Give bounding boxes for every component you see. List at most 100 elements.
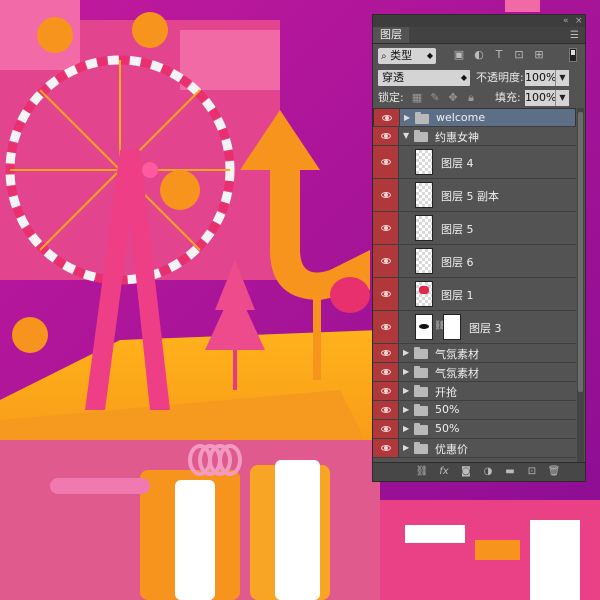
folder-icon: [414, 347, 428, 359]
layer-name: 图层 5 副本: [441, 190, 499, 203]
collapse-icon[interactable]: «: [563, 15, 569, 27]
eye-icon: [381, 426, 391, 432]
visibility-toggle[interactable]: [373, 179, 399, 211]
layer-row[interactable]: 图层 5 副本: [373, 179, 576, 212]
layer-row[interactable]: ▶ welcome: [373, 108, 576, 127]
folder-icon: [414, 366, 428, 378]
panel-title-strip: « ×: [373, 15, 585, 27]
layer-row[interactable]: 图层 5: [373, 212, 576, 245]
expand-arrow-icon[interactable]: ▶: [403, 348, 409, 357]
folder-icon: [415, 112, 429, 124]
visibility-toggle[interactable]: [373, 382, 399, 400]
collapse-arrow-icon[interactable]: ▼: [403, 131, 409, 140]
layer-row[interactable]: 图层 6: [373, 245, 576, 278]
layer-row[interactable]: ▶ 气氛素材: [373, 363, 576, 382]
layer-row[interactable]: 图层 4: [373, 146, 576, 179]
thumbnail-artwork: [419, 286, 429, 294]
eye-icon: [381, 388, 391, 394]
scrollbar-thumb[interactable]: [578, 112, 583, 392]
visibility-toggle[interactable]: [373, 344, 399, 362]
layers-scrollbar[interactable]: [577, 108, 584, 463]
new-group-icon[interactable]: ▬: [503, 466, 517, 478]
expand-arrow-icon[interactable]: ▶: [403, 367, 409, 376]
expand-arrow-icon[interactable]: ▶: [403, 443, 409, 452]
panel-tab-bar: 图层 ☰: [373, 27, 585, 44]
tab-layers[interactable]: 图层: [373, 27, 409, 43]
expand-arrow-icon[interactable]: ▶: [404, 113, 410, 122]
type-filter-icon[interactable]: T: [493, 49, 505, 61]
panel-menu-icon[interactable]: ☰: [570, 30, 579, 41]
fill-input[interactable]: 100%: [525, 90, 556, 106]
eye-icon: [381, 350, 391, 356]
layer-row[interactable]: ⛓ 图层 3: [373, 311, 576, 344]
expand-arrow-icon[interactable]: ▶: [403, 424, 409, 433]
visibility-toggle[interactable]: [373, 127, 399, 145]
layer-row[interactable]: 图层 1: [373, 278, 576, 311]
delete-layer-icon[interactable]: 🗑︎: [547, 466, 561, 478]
eye-icon: [381, 407, 391, 413]
smart-object-filter-icon[interactable]: ⊞: [533, 49, 545, 61]
add-mask-icon[interactable]: ◙: [459, 466, 473, 478]
adjustment-layer-icon[interactable]: ◑: [481, 466, 495, 478]
eye-icon: [381, 133, 391, 139]
opacity-dropdown-icon[interactable]: ▼: [555, 70, 569, 86]
opacity-input[interactable]: 100%: [525, 70, 556, 86]
visibility-toggle[interactable]: [373, 311, 399, 343]
visibility-toggle[interactable]: [373, 245, 399, 277]
layer-mask-thumbnail[interactable]: [443, 314, 461, 340]
shape-filter-icon[interactable]: ⊡: [513, 49, 525, 61]
blend-row: 穿透 ◆ 不透明度: 100% ▼: [373, 66, 585, 88]
layer-row[interactable]: ▶ 优惠价: [373, 439, 576, 458]
fill-dropdown-icon[interactable]: ▼: [555, 90, 569, 106]
visibility-toggle[interactable]: [373, 420, 399, 438]
folder-icon: [414, 442, 428, 454]
folder-icon: [414, 423, 428, 435]
dropdown-arrow-icon: ◆: [426, 51, 433, 60]
filter-toggle[interactable]: [569, 48, 577, 62]
search-icon: ⌕: [381, 51, 387, 62]
visibility-toggle[interactable]: [373, 363, 399, 381]
eye-icon: [381, 192, 391, 198]
lock-position-icon[interactable]: ✥: [447, 92, 459, 104]
new-layer-icon[interactable]: ⊡: [525, 466, 539, 478]
visibility-toggle[interactable]: [374, 109, 400, 126]
close-icon[interactable]: ×: [575, 15, 583, 27]
lock-transparent-icon[interactable]: ▦: [411, 92, 423, 104]
layer-name: 气氛素材: [435, 367, 479, 380]
visibility-toggle[interactable]: [373, 278, 399, 310]
layer-row[interactable]: ▶ 50%: [373, 401, 576, 420]
layer-thumbnail: [415, 215, 433, 241]
visibility-toggle[interactable]: [373, 401, 399, 419]
adjustment-filter-icon[interactable]: ◐: [473, 49, 485, 61]
lock-label: 锁定:: [378, 91, 404, 104]
opacity-label: 不透明度:: [476, 71, 524, 84]
layer-name: 图层 6: [441, 256, 474, 269]
filter-kind-value: 类型: [390, 49, 413, 62]
link-layers-icon[interactable]: ⛓: [415, 466, 429, 478]
layer-row[interactable]: ▶ 50%: [373, 420, 576, 439]
visibility-toggle[interactable]: [373, 146, 399, 178]
layer-name: 图层 1: [441, 289, 474, 302]
blend-mode-select[interactable]: 穿透 ◆: [378, 70, 470, 86]
visibility-toggle[interactable]: [373, 439, 399, 457]
pixel-filter-icon[interactable]: ▣: [453, 49, 465, 61]
layer-name: welcome: [436, 111, 486, 124]
fx-icon[interactable]: fx: [437, 466, 451, 478]
layer-row[interactable]: ▶ 气氛素材: [373, 344, 576, 363]
layer-thumbnail: [415, 248, 433, 274]
expand-arrow-icon[interactable]: ▶: [403, 386, 409, 395]
folder-icon: [414, 385, 428, 397]
filter-kind-select[interactable]: ⌕ 类型 ◆: [378, 48, 436, 64]
eye-icon: [381, 324, 391, 330]
layer-thumbnail: [415, 182, 433, 208]
layer-row[interactable]: ▶ 开抢: [373, 382, 576, 401]
layer-name: 约惠女神: [435, 131, 479, 144]
lock-pixels-icon[interactable]: ✎: [429, 92, 441, 104]
expand-arrow-icon[interactable]: ▶: [403, 405, 409, 414]
visibility-toggle[interactable]: [373, 212, 399, 244]
eye-icon: [381, 159, 391, 165]
lock-all-icon[interactable]: 🔒︎: [465, 92, 477, 104]
eye-icon: [381, 225, 391, 231]
layer-row[interactable]: ▼ 约惠女神: [373, 127, 576, 146]
layer-name: 优惠价: [435, 443, 468, 456]
